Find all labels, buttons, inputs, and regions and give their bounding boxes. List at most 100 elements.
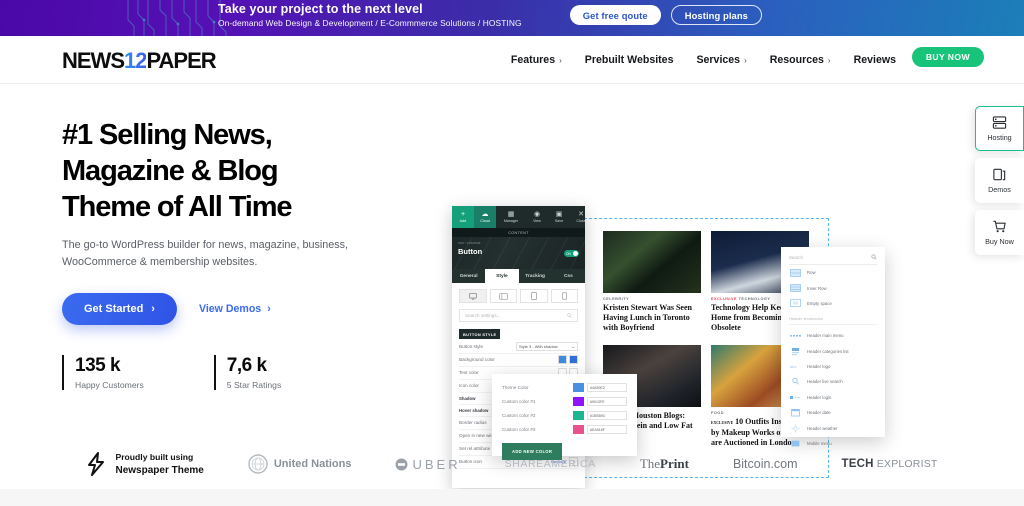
nav-item-resources[interactable]: Resources › — [770, 54, 831, 66]
techexplorist-bold: TECH — [841, 458, 874, 470]
field-background-color[interactable]: Background color — [459, 354, 578, 367]
color-hex-input[interactable]: #EA518F — [587, 425, 627, 434]
toolbar-label: Save — [554, 219, 564, 223]
headline-line-1: #1 Selling News, — [62, 119, 273, 151]
nav-item-prebuilt-websites[interactable]: Prebuilt Websites — [585, 54, 674, 66]
nav-item-reviews[interactable]: Reviews — [854, 54, 896, 66]
logo-tech-explorist: TECH EXPLORIST — [842, 458, 938, 470]
dropdown-item-header-weather[interactable]: Header weather — [789, 420, 877, 435]
color-hex-input[interactable]: #4A90E2 — [587, 383, 627, 392]
theprint-light: The — [639, 456, 661, 471]
dropdown-item-label: Header date — [807, 410, 831, 416]
tab-css[interactable]: Css — [552, 269, 585, 283]
tab-general[interactable]: General — [452, 269, 485, 283]
dropdown-item-row[interactable]: Row — [789, 265, 877, 280]
dropdown-item-inner-row[interactable]: Inner Row — [789, 280, 877, 295]
headline-line-2: Magazine & Blog — [62, 155, 279, 187]
toolbar-label: Manager — [503, 219, 519, 223]
color-swatch[interactable] — [558, 355, 567, 364]
color-swatch[interactable] — [573, 397, 584, 406]
device-tablet-button[interactable] — [520, 289, 548, 303]
nav-label: Features — [510, 54, 556, 66]
tab-style[interactable]: Style — [485, 269, 519, 283]
get-started-button[interactable]: Get Started › — [62, 293, 177, 325]
toolbar-add-button[interactable]: + Add — [452, 206, 474, 228]
color-label: Theme Color — [502, 385, 529, 390]
search-placeholder: Search — [789, 254, 803, 260]
background-color-swatches[interactable] — [558, 355, 578, 364]
color-swatch[interactable] — [573, 411, 584, 420]
device-phone-button[interactable] — [550, 289, 578, 303]
nav-item-services[interactable]: Services › — [696, 54, 746, 66]
color-value-group: #1EB593 — [573, 411, 627, 420]
dropdown-item-header-categories-list[interactable]: Header categories list — [789, 344, 877, 359]
color-swatch[interactable] — [573, 425, 584, 434]
dropdown-item-header-live-search[interactable]: Header live search — [789, 374, 877, 389]
proudly-line-2: Newspaper Theme — [115, 465, 204, 476]
dropdown-item-header-date[interactable]: Header date — [789, 405, 877, 420]
breadcrumb: row › columns — [458, 241, 481, 245]
site-header: NEWS12PAPER Features › Prebuilt Websites… — [0, 36, 1024, 84]
stat-label: 5 Star Ratings — [226, 380, 282, 390]
dropdown-item-label: Empty space — [807, 300, 832, 306]
shortcodes-dropdown: Search Row Inner Row Empty space Header … — [781, 247, 885, 447]
dropdown-search-input[interactable]: Search — [789, 254, 877, 265]
toolbar-close-button[interactable]: ✕ Close — [570, 206, 585, 228]
get-free-quote-button[interactable]: Get free qoute — [569, 5, 661, 25]
proudly-built-text: Proudly built using Newspaper Theme — [115, 451, 203, 477]
hero-copy: #1 Selling News, Magazine & Blog Theme o… — [62, 117, 402, 390]
device-tablet-landscape-button[interactable] — [489, 289, 517, 303]
dropdown-item-label: Row — [807, 270, 816, 276]
field-button-style[interactable]: Button style Style 3 - With shadow ⌄ — [459, 341, 578, 354]
color-row-custom-3[interactable]: Custom color #3 #EA518F — [502, 425, 627, 434]
dropdown-item-header-logo[interactable]: abc Header logo — [789, 359, 877, 374]
color-row-theme[interactable]: Theme Color #4A90E2 — [502, 383, 627, 392]
device-desktop-button[interactable] — [459, 289, 487, 303]
button-style-select[interactable]: Style 3 - With shadow ⌄ — [516, 342, 578, 351]
hosting-plans-button[interactable]: Hosting plans — [670, 5, 762, 25]
chevron-down-icon: ⌄ — [571, 344, 575, 349]
logo-icon: abc — [789, 362, 801, 371]
stat-star-ratings: 7,6 k 5 Star Ratings — [213, 355, 282, 390]
color-row-custom-2[interactable]: Custom color #2 #1EB593 — [502, 411, 627, 420]
nav-label: Reviews — [853, 54, 896, 66]
toolbar-cloud-button[interactable]: ☁ Cloud — [474, 206, 496, 228]
toolbar-view-button[interactable]: ◉ View — [526, 206, 548, 228]
buy-now-button[interactable]: BUY NOW — [911, 47, 984, 67]
united-nations-icon — [248, 454, 268, 474]
color-hex-input[interactable]: #1EB593 — [587, 411, 627, 420]
site-logo[interactable]: NEWS12PAPER — [62, 48, 217, 74]
dropdown-item-header-login[interactable]: Header login — [789, 390, 877, 405]
hero-cta-group: Get Started › View Demos › — [62, 293, 402, 325]
dropdown-item-label: Header weather — [807, 425, 838, 431]
empty-space-icon — [789, 299, 801, 308]
sticky-button-buy-now[interactable]: Buy Now — [975, 210, 1024, 255]
uber-mark-icon — [396, 458, 408, 470]
logo-part-1: NEWS — [62, 48, 125, 73]
sticky-button-hosting[interactable]: Hosting — [975, 106, 1024, 151]
color-swatch[interactable] — [569, 355, 578, 364]
sticky-button-demos[interactable]: Demos — [975, 158, 1024, 203]
color-hex-input[interactable]: #9013FE — [587, 397, 627, 406]
promo-title: Take your project to the next level — [218, 2, 423, 16]
builder-toolbar: + Add ☁ Cloud ▦ Manager ◉ View ▣ Save ✕ … — [452, 206, 585, 228]
toolbar-save-button[interactable]: ▣ Save — [548, 206, 570, 228]
dropdown-item-label: Header logo — [807, 364, 831, 370]
view-demos-link[interactable]: View Demos › — [199, 303, 271, 315]
element-enable-toggle[interactable]: ON — [564, 250, 579, 257]
plus-icon: + — [460, 211, 466, 218]
tab-tracking[interactable]: Tracking — [519, 269, 552, 283]
page-title: #1 Selling News, Magazine & Blog Theme o… — [62, 117, 402, 225]
dropdown-item-header-main-menu[interactable]: Header main menu — [789, 328, 877, 343]
dropdown-item-empty-space[interactable]: Empty space — [789, 296, 877, 311]
color-row-custom-1[interactable]: Custom color #1 #9013FE — [502, 397, 627, 406]
toolbar-manager-button[interactable]: ▦ Manager — [496, 206, 526, 228]
settings-search-input[interactable]: Search settings... — [459, 309, 578, 322]
logo-bitcoin: Bitcoin.com — [732, 457, 798, 471]
article-card[interactable]: CELEBRITY Kristen Stewart Was Seen Havin… — [603, 231, 701, 333]
nav-item-features[interactable]: Features › — [511, 54, 562, 66]
chevron-right-icon: › — [744, 55, 747, 65]
color-swatch[interactable] — [573, 383, 584, 392]
proudly-line-1: Proudly built using — [115, 452, 194, 462]
select-value: Style 3 - With shadow — [519, 344, 558, 349]
